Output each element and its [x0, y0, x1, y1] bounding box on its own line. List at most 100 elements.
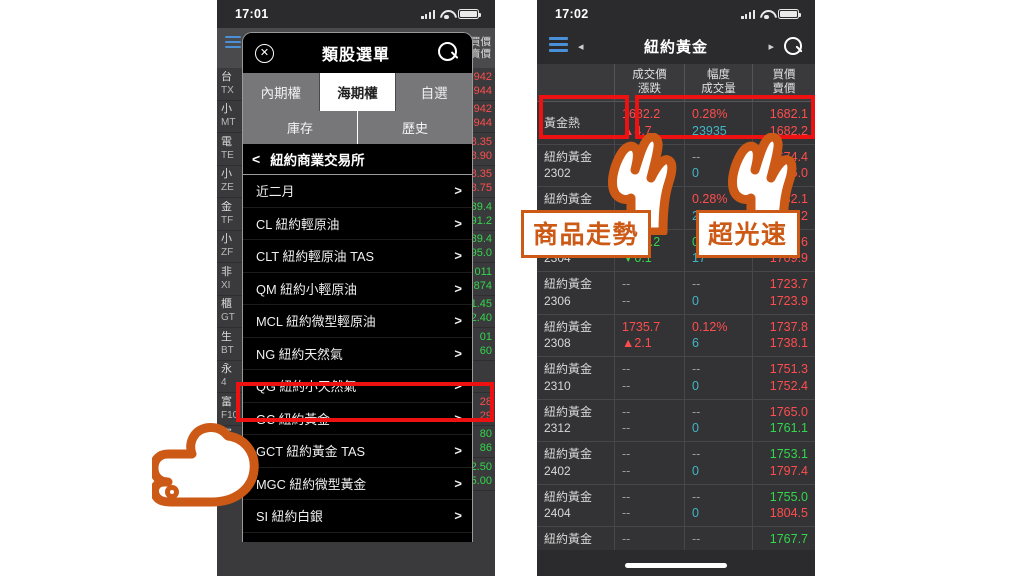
quote-row[interactable]: 紐約黃金 2404 -- -- -- 0 1755.0 1804.5 — [537, 484, 815, 527]
modal-tab-inactive[interactable]: 內期權 — [243, 73, 320, 111]
hamburger-menu-icon[interactable] — [549, 37, 568, 55]
quote-row-last-price: -- — [622, 447, 631, 462]
quote-row[interactable]: 紐約黃金 2306 -- -- -- 0 1723.7 1723.9 — [537, 272, 815, 315]
quote-row-last-price: -- — [622, 277, 631, 292]
breadcrumb[interactable]: < 紐約商業交易所 — [243, 144, 472, 175]
quote-row-name: 紐約黃金 2402 — [537, 442, 615, 484]
quote-row-last-price: 1735.7 — [622, 319, 661, 334]
quote-row-pct: 0.12% — [692, 319, 728, 334]
quote-row-volume: 0 — [692, 463, 699, 478]
quote-row-volume: 0 — [692, 293, 699, 308]
modal-list-item-label: CL 紐約輕原油 — [256, 216, 340, 232]
search-icon[interactable] — [437, 42, 460, 64]
quote-row-name: 紐約黃金 2404 — [537, 484, 615, 526]
cellular-bars-icon — [741, 10, 755, 19]
triangle-left-icon[interactable]: ◂ — [578, 40, 584, 53]
modal-list-item-label: MGC 紐約微型黃金 — [256, 476, 367, 492]
chevron-left-icon[interactable]: < — [252, 151, 260, 167]
wifi-icon — [440, 9, 453, 20]
quote-row-name-line2: 2306 — [544, 293, 571, 308]
modal-list-item[interactable]: SI 紐約白銀 > — [243, 500, 472, 533]
wifi-icon — [760, 9, 773, 20]
quote-row-price-cell: ---- — [615, 442, 685, 484]
quote-row-ask: 1752.4 — [769, 378, 808, 393]
triangle-right-icon[interactable]: ▸ — [768, 40, 774, 53]
battery-icon — [778, 9, 802, 19]
modal-list-item[interactable]: NG 紐約天然氣 > — [243, 338, 472, 370]
quote-row-price-cell: 1735.7 ▲2.1 — [615, 314, 685, 356]
quote-row-bidask-cell: 1751.3 1752.4 — [753, 357, 815, 399]
right-status-bar: 17:02 — [537, 0, 815, 28]
quote-row-volume: 0 — [692, 506, 699, 521]
modal-list-item-label: GC 紐約黃金 — [256, 411, 330, 427]
right-nav-bar: ◂ 紐約黃金 ▸ — [537, 28, 815, 64]
status-icons-group — [421, 9, 482, 20]
modal-list-item[interactable]: QM 紐約小輕原油 > — [243, 273, 472, 305]
quote-header-line2: 漲跌 — [638, 82, 661, 95]
chevron-right-icon: > — [454, 443, 462, 459]
modal-list-item[interactable]: MCL 紐約微型輕原油 > — [243, 305, 472, 338]
quote-row-pct: -- — [692, 532, 701, 547]
page-title: 紐約黃金 — [643, 38, 708, 56]
quote-row-ask: 1761.1 — [769, 421, 808, 436]
quote-row-name-line1: 紐約黃金 — [544, 319, 593, 334]
quote-row-change: -- — [622, 421, 631, 436]
close-icon[interactable]: ✕ — [255, 43, 274, 63]
modal-list-item[interactable]: QG 紐約小天然氣 > — [243, 370, 472, 403]
quote-row-pct-cell: --0 — [685, 484, 753, 526]
chevron-right-icon: > — [454, 378, 462, 394]
modal-subtab[interactable]: 庫存 — [243, 111, 358, 144]
modal-tab-active[interactable]: 海期權 — [319, 73, 397, 111]
quote-header-col-2: 成交價 漲跌 — [615, 64, 685, 101]
quote-row-name: 紐約黃金 2310 — [537, 357, 615, 399]
quote-row[interactable]: 紐約黃金 2312 -- -- -- 0 1765.0 1761.1 — [537, 399, 815, 442]
quote-row-change: ▲2.1 — [622, 336, 652, 351]
modal-list-item-label: CLT 紐約輕原油 TAS — [256, 249, 375, 265]
modal-list-item-label: SI 紐約白銀 — [256, 509, 323, 525]
modal-title-bar: ✕ 類股選單 — [243, 33, 472, 73]
quote-row-last-price: -- — [622, 362, 631, 377]
quote-row-bidask-cell: 1755.0 1804.5 — [753, 485, 815, 527]
chevron-right-icon: > — [454, 475, 462, 491]
cellular-bars-icon — [421, 10, 435, 19]
quote-row-pct-cell: --0 — [685, 272, 753, 314]
quote-header-line1: 買價 — [772, 69, 796, 81]
quote-row[interactable]: 紐約黃金 2308 1735.7 ▲2.1 0.12% 6 1737.8 1738.1 — [537, 314, 815, 357]
modal-list-item[interactable]: 近二月 > — [243, 175, 472, 208]
quote-row-ask: 1804.5 — [769, 506, 808, 521]
chevron-right-icon: > — [454, 508, 462, 524]
quote-row-bid: 1682.1 — [769, 107, 808, 122]
quote-row[interactable]: 紐約黃金 2310 -- -- -- 0 1751.3 1752.4 — [537, 357, 815, 400]
modal-list-item[interactable]: MGC 紐約微型黃金 > — [243, 468, 472, 500]
quote-row-volume: 0 — [692, 421, 699, 436]
quote-header-col-1 — [537, 64, 615, 101]
chevron-right-icon: > — [454, 345, 462, 361]
hamburger-menu-icon[interactable] — [225, 36, 241, 51]
search-icon[interactable] — [784, 36, 803, 56]
quote-row-bidask-cell: 1723.7 1723.9 — [753, 272, 815, 314]
modal-list-item-label: QG 紐約小天然氣 — [256, 379, 357, 395]
quote-row-name-line2: 2310 — [544, 378, 571, 393]
quote-row-pct: -- — [692, 277, 701, 292]
modal-list-item-selected[interactable]: GC 紐約黃金 > — [243, 403, 472, 435]
modal-subtab[interactable]: 歷史 — [358, 111, 472, 144]
modal-tab-inactive[interactable]: 自選 — [396, 73, 472, 111]
quote-row-bid: 1751.3 — [769, 362, 808, 377]
chevron-right-icon: > — [454, 313, 462, 329]
quote-row-name-line1: 紐約黃金 — [544, 489, 593, 504]
modal-list-item[interactable]: CL 紐約輕原油 > — [243, 208, 472, 240]
quote-row-volume: 6 — [692, 336, 699, 351]
modal-list-item[interactable]: CLT 紐約輕原油 TAS > — [243, 240, 472, 273]
modal-list-item-label: NG 紐約天然氣 — [256, 346, 343, 362]
pointing-right-hand-icon — [152, 423, 259, 507]
quote-row-name-line2: 2308 — [544, 336, 571, 351]
quote-row-name-line1: 黃金熱 — [544, 115, 581, 130]
quote-row[interactable]: 紐約黃金 2402 -- -- -- 0 1753.1 1797.4 — [537, 442, 815, 485]
callout-product-trend: 商品走勢 — [521, 210, 652, 258]
quote-row-name-line1: 紐約黃金 — [544, 404, 593, 419]
modal-list-item-label: QM 紐約小輕原油 — [256, 281, 357, 297]
modal-list-item[interactable]: GCT 紐約黃金 TAS > — [243, 435, 472, 468]
quote-row-bid: 1753.1 — [769, 447, 808, 462]
quote-row-last-price: -- — [622, 532, 631, 547]
quote-row-change: -- — [622, 463, 631, 478]
